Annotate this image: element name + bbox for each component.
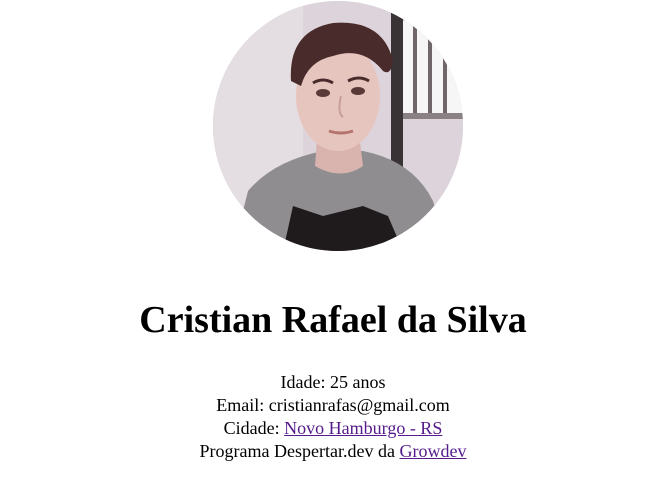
- email-line: Email: cristianrafas@gmail.com: [216, 395, 450, 415]
- growdev-link[interactable]: Growdev: [399, 441, 466, 461]
- profile-name: Cristian Rafael da Silva: [139, 299, 527, 341]
- city-line: Cidade: Novo Hamburgo - RS: [0, 417, 666, 440]
- program-line: Programa Despertar.dev da Growdev: [0, 440, 666, 463]
- profile-photo-illustration: [213, 1, 463, 251]
- city-prefix: Cidade:: [223, 418, 285, 438]
- profile-photo: [213, 1, 463, 251]
- age-line: Idade: 25 anos: [280, 372, 386, 392]
- profile-page: Cristian Rafael da Silva Idade: 25 anos …: [0, 0, 666, 483]
- profile-details: Idade: 25 anos Email: cristianrafas@gmai…: [0, 371, 666, 463]
- program-prefix: Programa Despertar.dev da: [199, 441, 400, 461]
- city-link[interactable]: Novo Hamburgo - RS: [284, 418, 442, 438]
